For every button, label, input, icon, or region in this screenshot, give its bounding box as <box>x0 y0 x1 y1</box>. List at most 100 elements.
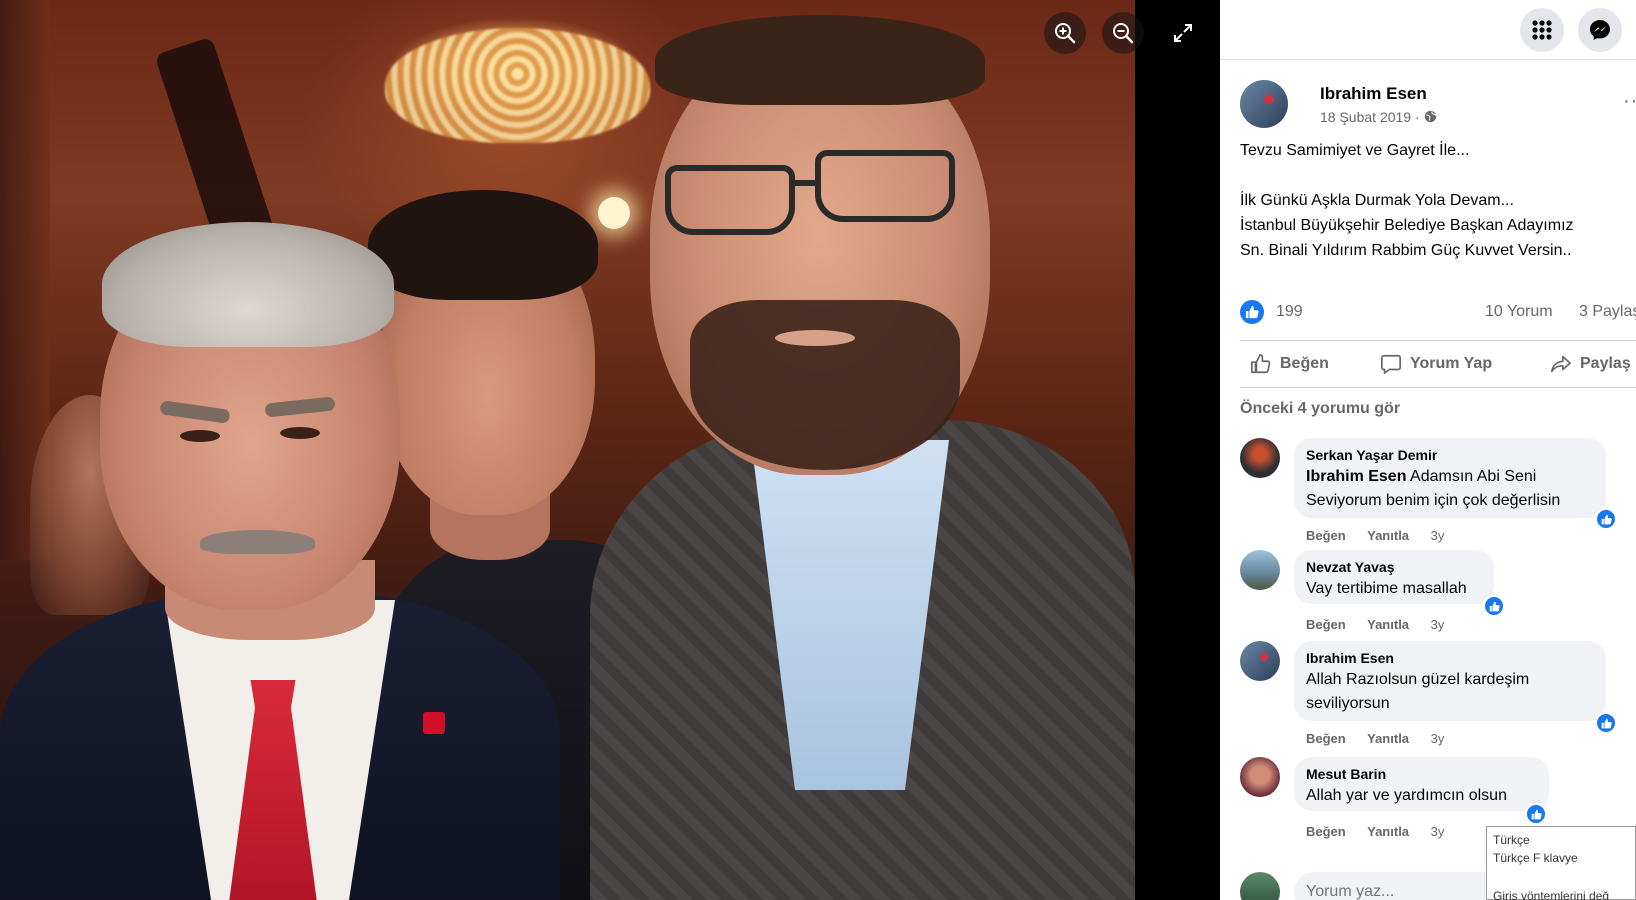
like-reaction-icon[interactable] <box>1483 595 1505 617</box>
comment-text-part: Adamsın Abi Seni <box>1406 468 1537 485</box>
ime-separator <box>1493 867 1629 887</box>
comment-text: Allah yar ve yardımcın olsun <box>1306 787 1507 804</box>
commenter-name[interactable]: Serkan Yaşar Demir <box>1306 446 1594 465</box>
share-count[interactable]: 3 Paylaşım <box>1579 303 1636 321</box>
commenter-avatar[interactable] <box>1240 757 1280 797</box>
comment-reply-link[interactable]: Yanıtla <box>1367 617 1409 632</box>
like-reaction-icon[interactable] <box>1525 803 1547 825</box>
commenter-name[interactable]: Nevzat Yavaş <box>1306 558 1482 577</box>
comment-reply-link[interactable]: Yanıtla <box>1367 731 1409 746</box>
photo-person-left-eye <box>180 430 220 442</box>
photo-chandelier <box>385 28 650 143</box>
fullscreen-icon <box>1174 24 1192 42</box>
post-text-line: Tevzu Samimiyet ve Gayret İle... <box>1240 142 1470 159</box>
share-icon <box>1551 355 1571 373</box>
comment-reply-link[interactable]: Yanıtla <box>1367 824 1409 839</box>
view-previous-comments-link[interactable]: Önceki 4 yorumu gör <box>1240 400 1400 418</box>
comment-text: Ibrahim Esen Adamsın Abi Seni <box>1306 465 1594 489</box>
commenter-avatar[interactable] <box>1240 641 1280 681</box>
zoom-out-icon <box>1113 23 1134 44</box>
comment-icon <box>1381 354 1401 374</box>
post-side-panel: Ibrahim Esen 18 Şubat 2019 · ··· Tevzu S… <box>1220 0 1636 900</box>
comment-like-link[interactable]: Beğen <box>1306 824 1346 839</box>
comment-time[interactable]: 3y <box>1431 617 1445 632</box>
like-button[interactable]: Beğen <box>1250 341 1329 387</box>
comment-reply-link[interactable]: Yanıtla <box>1367 528 1409 543</box>
fullscreen-button[interactable] <box>1162 12 1204 54</box>
post-header: Ibrahim Esen 18 Şubat 2019 · ··· <box>1240 80 1636 132</box>
photo-person-right-mouth <box>775 330 855 346</box>
author-avatar[interactable] <box>1240 80 1288 128</box>
post-stats: 199 10 Yorum 3 Paylaşım <box>1240 299 1636 327</box>
comment-time[interactable]: 3y <box>1431 824 1445 839</box>
comment-actions: Beğen Yanıtla 3y <box>1306 824 1462 839</box>
share-button-label: Paylaş <box>1580 355 1631 372</box>
like-reaction-icon[interactable] <box>1240 300 1264 324</box>
commenter-name[interactable]: Mesut Barin <box>1306 765 1537 784</box>
comment-mention[interactable]: Ibrahim Esen <box>1306 468 1406 485</box>
share-button[interactable]: Paylaş <box>1550 341 1631 387</box>
post-text-line: Sn. Binali Yıldırım Rabbim Güç Kuvvet Ve… <box>1240 242 1572 259</box>
comment-actions: Beğen Yanıtla 3y <box>1306 617 1462 632</box>
more-options-button[interactable]: ··· <box>1623 90 1636 113</box>
commenter-avatar[interactable] <box>1240 438 1280 478</box>
comment-like-link[interactable]: Beğen <box>1306 731 1346 746</box>
comment-button[interactable]: Yorum Yap <box>1380 341 1492 387</box>
zoom-in-icon <box>1055 23 1076 44</box>
commenter-name[interactable]: Ibrahim Esen <box>1306 649 1594 668</box>
photo-person-left-eye <box>280 427 320 439</box>
commenter-avatar[interactable] <box>1240 550 1280 590</box>
photo-person-right-glasses-bridge <box>790 180 820 186</box>
messenger-icon <box>1590 20 1610 40</box>
zoom-out-button[interactable] <box>1102 12 1144 54</box>
photo-person-middle-hair <box>368 190 598 300</box>
ime-layout[interactable]: Türkçe F klavye <box>1493 849 1629 867</box>
comment-bubble: Ibrahim Esen Allah Razıolsun güzel karde… <box>1294 641 1606 721</box>
comment-like-link[interactable]: Beğen <box>1306 528 1346 543</box>
post-photo[interactable] <box>0 0 1135 900</box>
like-count[interactable]: 199 <box>1276 303 1303 321</box>
comment-like-link[interactable]: Beğen <box>1306 617 1346 632</box>
ime-language[interactable]: Türkçe <box>1493 831 1629 849</box>
input-method-popup[interactable]: Türkçe Türkçe F klavye Giriş yöntemlerin… <box>1486 826 1636 900</box>
comment-bubble: Nevzat Yavaş Vay tertibime masallah <box>1294 550 1494 604</box>
comment-button-label: Yorum Yap <box>1410 355 1493 372</box>
post-text-line: İlk Günkü Aşkla Durmak Yola Devam... <box>1240 192 1514 209</box>
top-bar <box>1220 0 1636 60</box>
comment-bubble: Serkan Yaşar Demir Ibrahim Esen Adamsın … <box>1294 438 1606 518</box>
thumbs-up-icon <box>1251 354 1271 374</box>
photo-person-right-glasses <box>665 165 795 235</box>
post-date-text: 18 Şubat 2019 · <box>1320 109 1424 125</box>
current-user-avatar[interactable] <box>1240 872 1280 900</box>
zoom-in-button[interactable] <box>1044 12 1086 54</box>
comment-actions: Beğen Yanıtla 3y <box>1306 731 1462 746</box>
photo-person-left-moustache <box>200 530 315 554</box>
post-text-line: İstanbul Büyükşehir Belediye Başkan Aday… <box>1240 217 1574 234</box>
photo-lamp <box>598 197 630 229</box>
photo-flag-pin <box>423 712 445 734</box>
like-reaction-icon[interactable] <box>1595 712 1617 734</box>
author-name[interactable]: Ibrahim Esen <box>1320 84 1427 104</box>
globe-icon <box>1424 110 1437 123</box>
like-reaction-icon[interactable] <box>1595 508 1617 530</box>
photo-person-right-hair <box>655 15 985 105</box>
menu-button[interactable] <box>1520 8 1564 52</box>
comment-count[interactable]: 10 Yorum <box>1485 303 1553 321</box>
comment-text: Vay tertibime masallah <box>1306 580 1467 597</box>
post-date[interactable]: 18 Şubat 2019 · <box>1320 109 1437 125</box>
comment-text-line: seviliyorsun <box>1306 695 1390 712</box>
comment-actions: Beğen Yanıtla 3y <box>1306 528 1462 543</box>
photo-viewer <box>0 0 1220 900</box>
comment-bubble: Mesut Barin Allah yar ve yardımcın olsun <box>1294 757 1549 811</box>
photo-person-right-beard <box>690 300 960 470</box>
photo-person-left-hair <box>102 222 394 347</box>
comment-time[interactable]: 3y <box>1431 731 1445 746</box>
post-text-line <box>1240 163 1630 188</box>
like-button-label: Beğen <box>1280 355 1329 372</box>
messenger-button[interactable] <box>1578 8 1622 52</box>
ime-settings-link[interactable]: Giriş yöntemlerini değ <box>1493 887 1629 900</box>
comment-time[interactable]: 3y <box>1431 528 1445 543</box>
post-text: Tevzu Samimiyet ve Gayret İle... İlk Gün… <box>1240 138 1630 263</box>
comment-text-line: Seviyorum benim için çok değerlisin <box>1306 492 1561 509</box>
comment-text: Allah Razıolsun güzel kardeşim <box>1306 671 1530 688</box>
